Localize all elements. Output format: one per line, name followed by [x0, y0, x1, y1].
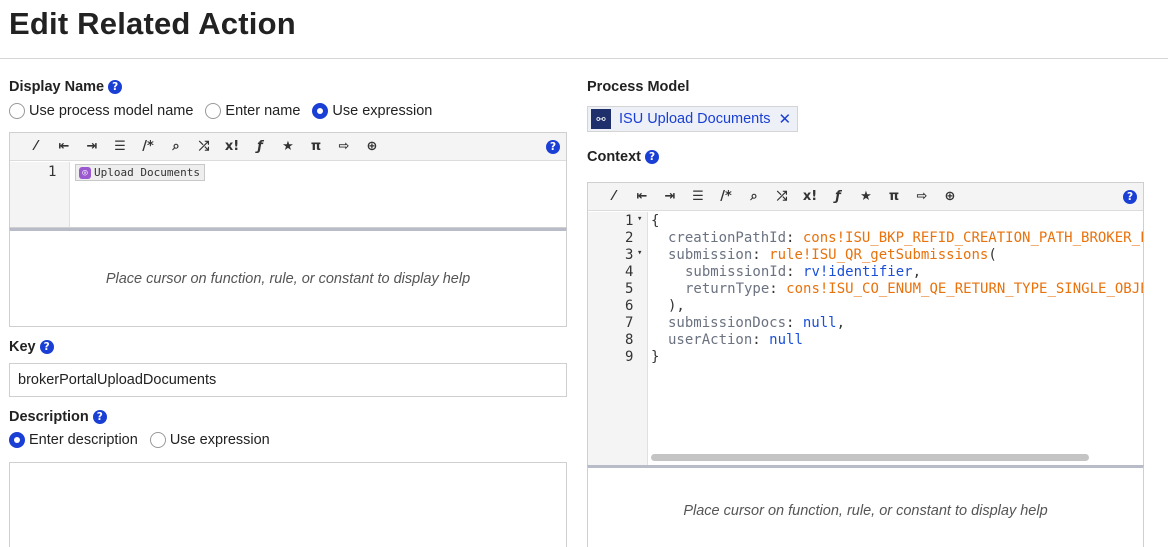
pi-icon[interactable]: π: [302, 137, 330, 157]
indent-icon[interactable]: ⇥: [656, 187, 684, 207]
code-line: userAction: null: [668, 332, 803, 348]
magic-wand-icon[interactable]: ⁄: [600, 187, 628, 207]
code-line: {: [651, 213, 660, 229]
code-area[interactable]: { creationPathId: cons!ISU_BKP_REFID_CRE…: [651, 212, 1143, 457]
code-line: submission: rule!ISU_QR_getSubmissions(: [668, 247, 997, 263]
outdent-icon[interactable]: ⇤: [628, 187, 656, 207]
description-radio-group: Enter description Use expression: [9, 432, 282, 448]
scrollbar-thumb[interactable]: [651, 454, 1089, 461]
help-icon[interactable]: ?: [39, 340, 54, 354]
star-icon[interactable]: ★: [852, 187, 880, 207]
comment-icon[interactable]: /*: [712, 187, 740, 207]
display-name-radio-group: Use process model name Enter name Use ex…: [9, 103, 444, 119]
line-number: 2: [625, 230, 634, 246]
help-icon[interactable]: ?: [644, 150, 659, 164]
line-number: 4: [625, 264, 634, 280]
help-icon[interactable]: ?: [1123, 190, 1137, 204]
description-textarea[interactable]: [9, 462, 567, 547]
shuffle-icon[interactable]: ⤮: [768, 187, 796, 207]
editor-toolbar: ⁄ ⇤ ⇥ ☰ /* ⌕ ⤮ x! ƒ ★ π ⇨ ⊕ ?: [10, 133, 566, 161]
line-number: 1: [48, 164, 57, 180]
magic-wand-icon[interactable]: ⁄: [22, 137, 50, 157]
context-label: Context?: [587, 149, 659, 165]
expression-help-panel: Place cursor on function, rule, or const…: [587, 465, 1144, 547]
line-number: 8: [625, 332, 634, 348]
radio-description-use-expression[interactable]: Use expression: [149, 432, 270, 448]
process-model-icon: ⚯: [591, 109, 611, 129]
display-name-label: Display Name?: [9, 79, 123, 95]
pi-icon[interactable]: π: [880, 187, 908, 207]
help-icon[interactable]: ?: [546, 140, 560, 154]
outdent-icon[interactable]: ⇤: [50, 137, 78, 157]
rule-icon: ◎: [79, 166, 91, 179]
export-icon[interactable]: ⇨: [908, 187, 936, 207]
line-number: 6: [625, 298, 634, 314]
line-number: 9: [625, 349, 634, 365]
code-line: ),: [668, 298, 685, 314]
description-label: Description?: [9, 409, 107, 425]
function-icon[interactable]: ƒ: [246, 137, 274, 157]
star-icon[interactable]: ★: [274, 137, 302, 157]
code-line: returnType: cons!ISU_CO_ENUM_QE_RETURN_T…: [685, 281, 1143, 297]
radio-use-process-model-name[interactable]: Use process model name: [9, 103, 193, 119]
fold-arrow-icon[interactable]: ▾: [637, 248, 642, 258]
format-icon[interactable]: ☰: [684, 187, 712, 207]
radio-enter-name[interactable]: Enter name: [205, 103, 300, 119]
editor-toolbar: ⁄ ⇤ ⇥ ☰ /* ⌕ ⤮ x! ƒ ★ π ⇨ ⊕ ?: [588, 183, 1143, 211]
code-line: creationPathId: cons!ISU_BKP_REFID_CREAT…: [668, 230, 1143, 246]
search-icon[interactable]: ⌕: [162, 137, 190, 157]
format-icon[interactable]: ☰: [106, 137, 134, 157]
context-expression-editor[interactable]: ⁄ ⇤ ⇥ ☰ /* ⌕ ⤮ x! ƒ ★ π ⇨ ⊕ ? 1 ▾ 2 3 ▾ …: [587, 182, 1144, 466]
page-title: Edit Related Action: [9, 6, 296, 41]
search-icon[interactable]: ⌕: [740, 187, 768, 207]
display-name-expression-editor[interactable]: ⁄ ⇤ ⇥ ☰ /* ⌕ ⤮ x! ƒ ★ π ⇨ ⊕ ? 1 ◎ Upload …: [9, 132, 567, 228]
fold-arrow-icon[interactable]: ▾: [637, 214, 642, 224]
help-icon[interactable]: ?: [92, 410, 107, 424]
title-divider: [0, 58, 1168, 59]
export-icon[interactable]: ⇨: [330, 137, 358, 157]
line-number: 1: [625, 213, 634, 229]
radio-use-expression[interactable]: Use expression: [312, 103, 432, 119]
help-icon[interactable]: ?: [108, 80, 123, 94]
comment-icon[interactable]: /*: [134, 137, 162, 157]
code-line: submissionId: rv!identifier,: [685, 264, 922, 280]
line-number: 5: [625, 281, 634, 297]
close-icon[interactable]: ✕: [779, 110, 792, 128]
function-icon[interactable]: ƒ: [824, 187, 852, 207]
line-number: 3: [625, 247, 634, 263]
process-model-tag[interactable]: ⚯ ISU Upload Documents ✕: [587, 106, 799, 132]
key-label: Key?: [9, 339, 54, 355]
globe-icon[interactable]: ⊕: [358, 137, 386, 157]
expression-help-panel: Place cursor on function, rule, or const…: [9, 228, 567, 327]
key-input[interactable]: brokerPortalUploadDocuments: [9, 363, 567, 397]
process-model-name[interactable]: ISU Upload Documents: [619, 111, 771, 127]
code-line: }: [651, 349, 660, 365]
horizontal-scrollbar[interactable]: [651, 453, 1143, 462]
radio-enter-description[interactable]: Enter description: [9, 432, 138, 448]
line-number: 7: [625, 315, 634, 331]
line-gutter: [10, 162, 70, 227]
process-model-label: Process Model: [587, 79, 690, 95]
code-line: submissionDocs: null,: [668, 315, 846, 331]
shuffle-icon[interactable]: ⤮: [190, 137, 218, 157]
rule-chip[interactable]: ◎ Upload Documents: [75, 164, 205, 181]
indent-icon[interactable]: ⇥: [78, 137, 106, 157]
clear-icon[interactable]: x!: [796, 187, 824, 207]
globe-icon[interactable]: ⊕: [936, 187, 964, 207]
clear-icon[interactable]: x!: [218, 137, 246, 157]
